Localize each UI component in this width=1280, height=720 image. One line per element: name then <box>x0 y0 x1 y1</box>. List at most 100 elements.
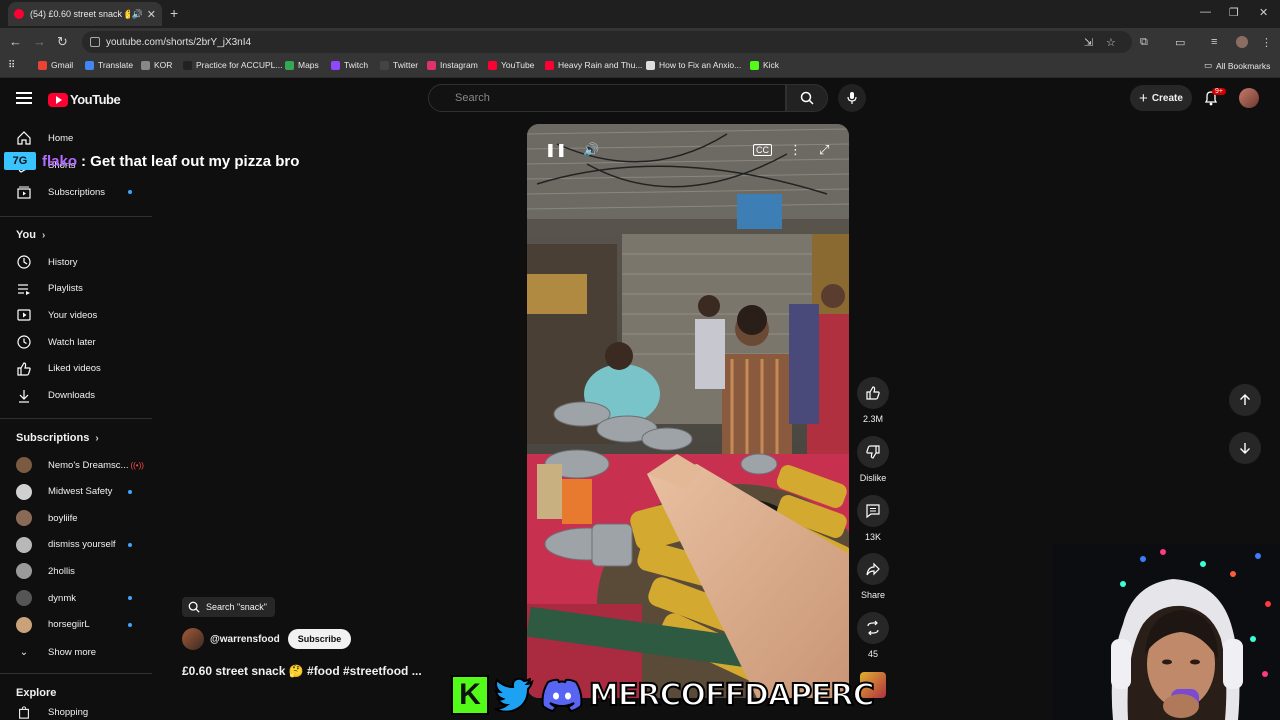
new-tab-icon[interactable]: + <box>170 5 178 21</box>
cast-icon[interactable]: ▭ <box>1175 36 1185 49</box>
menu-icon[interactable] <box>16 92 32 107</box>
captions-icon[interactable]: CC <box>753 144 772 156</box>
browser-toolbar: ← → ↻ youtube.com/shorts/2brY_jX3nI4 ⇲ ☆… <box>0 28 1280 56</box>
site-info-icon[interactable] <box>90 37 100 47</box>
remix-button[interactable]: 45 <box>857 612 889 659</box>
address-bar[interactable]: youtube.com/shorts/2brY_jX3nI4 <box>82 31 1132 53</box>
pause-icon[interactable]: ❚❚ <box>545 142 567 158</box>
channel-name[interactable]: @warrensfood <box>210 634 280 645</box>
show-more-button[interactable]: ⌄ Show more <box>16 639 96 665</box>
voice-search-button[interactable] <box>838 84 866 112</box>
subscription-item[interactable]: 2hollis <box>16 558 75 584</box>
youtube-favicon-icon <box>14 9 24 19</box>
sidebar-item-watch-later[interactable]: Watch later <box>16 329 96 355</box>
sidebar-item-playlists[interactable]: Playlists <box>16 276 83 302</box>
share-button[interactable]: Share <box>857 553 889 600</box>
short-video-player[interactable]: ❚❚ 🔊 CC ⋮ ⤢ <box>527 124 849 698</box>
minimize-icon[interactable]: — <box>1200 6 1211 18</box>
bookmark-star-icon[interactable]: ☆ <box>1106 36 1116 49</box>
watch-later-icon <box>16 334 32 350</box>
sidebar-item-downloads[interactable]: Downloads <box>16 383 95 409</box>
like-button[interactable]: 2.3M <box>857 377 889 424</box>
all-bookmarks-button[interactable]: ▭ All Bookmarks <box>1204 60 1270 71</box>
short-title[interactable]: £0.60 street snack 🤔 #food #streetfood .… <box>182 664 422 678</box>
chat-message: : Get that leaf out my pizza bro <box>81 152 300 170</box>
dislike-label: Dislike <box>859 473 887 483</box>
sidebar-you-header[interactable]: You › <box>16 229 45 241</box>
bookmark-11[interactable]: Kick <box>750 60 779 70</box>
url-text: youtube.com/shorts/2brY_jX3nI4 <box>106 36 252 48</box>
bookmark-5[interactable]: Twitch <box>331 60 368 70</box>
bookmark-label: YouTube <box>501 60 535 70</box>
subscription-item[interactable]: dismiss yourself <box>16 532 116 558</box>
browser-tab[interactable]: (54) £0.60 street snack 🤔 # 🔊 ✕ <box>8 2 162 26</box>
subscription-item[interactable]: horsegiirL <box>16 612 90 638</box>
more-options-icon[interactable]: ⋮ <box>789 142 802 158</box>
dislike-button[interactable]: Dislike <box>857 436 889 483</box>
profile-avatar[interactable] <box>1236 36 1248 48</box>
sidebar-item-subscriptions[interactable]: Subscriptions <box>16 179 105 205</box>
speaker-icon[interactable]: 🔊 <box>132 9 143 20</box>
bookmark-0[interactable]: Gmail <box>38 60 73 70</box>
channel-avatar[interactable] <box>182 628 204 650</box>
bookmark-8[interactable]: YouTube <box>488 60 534 70</box>
sidebar-item-shopping[interactable]: Shopping <box>16 704 88 720</box>
back-icon[interactable]: ← <box>9 34 22 49</box>
window-close-icon[interactable]: ✕ <box>1259 6 1268 19</box>
account-avatar[interactable] <box>1239 88 1259 108</box>
comment-count: 13K <box>864 532 881 542</box>
media-controls-icon[interactable]: ≡ <box>1211 36 1217 48</box>
shopping-bag-icon <box>16 704 32 720</box>
next-short-button[interactable] <box>1229 432 1261 464</box>
reload-icon[interactable]: ↻ <box>57 34 68 50</box>
volume-icon[interactable]: 🔊 <box>583 142 599 158</box>
search-input[interactable]: Search <box>428 84 786 112</box>
youtube-logo[interactable]: YouTube <box>48 92 121 107</box>
subscription-label: Nemo's Dreamsc... <box>48 459 129 471</box>
related-search-chip[interactable]: Search "snack" <box>182 597 275 617</box>
search-button[interactable] <box>786 84 828 112</box>
bookmark-7[interactable]: Instagram <box>427 60 478 70</box>
bookmark-1[interactable]: Translate <box>85 60 133 70</box>
tab-close-icon[interactable]: ✕ <box>147 8 156 21</box>
apps-grid-icon[interactable]: ⠿ <box>8 60 15 71</box>
youtube-logo-text: YouTube <box>70 92 121 107</box>
bookmark-label: How to Fix an Anxio... <box>659 60 742 70</box>
bookmark-10[interactable]: How to Fix an Anxio... <box>646 60 741 70</box>
install-app-icon[interactable]: ⇲ <box>1084 36 1093 49</box>
bookmark-9[interactable]: Heavy Rain and Thu... <box>545 60 642 70</box>
subscription-item[interactable]: dynmk <box>16 585 76 611</box>
subscribe-button[interactable]: Subscribe <box>287 629 352 649</box>
kick-logo-icon: K <box>451 675 489 715</box>
sidebar-item-your-videos[interactable]: Your videos <box>16 302 97 328</box>
bookmark-4[interactable]: Maps <box>285 60 319 70</box>
subscription-item[interactable]: Midwest Safety <box>16 479 112 505</box>
create-button[interactable]: + Create <box>1130 85 1192 111</box>
playlists-icon <box>16 281 32 297</box>
bookmark-3[interactable]: Practice for ACCUPL... <box>183 60 282 70</box>
bookmark-label: Instagram <box>440 60 478 70</box>
share-label: Share <box>860 590 886 600</box>
forward-icon[interactable]: → <box>33 34 46 49</box>
subscription-item[interactable]: Nemo's Dreamsc... ((•)) <box>16 452 144 478</box>
sidebar-item-liked-videos[interactable]: Liked videos <box>16 356 101 382</box>
history-icon <box>16 254 32 270</box>
downloads-icon <box>16 388 32 404</box>
bookmark-2[interactable]: KOR <box>141 60 172 70</box>
sidebar-item-home[interactable]: Home <box>16 125 73 151</box>
sidebar-item-history[interactable]: History <box>16 249 78 275</box>
sidebar-item-label: Home <box>48 132 74 144</box>
fullscreen-icon[interactable]: ⤢ <box>819 142 829 158</box>
extensions-icon[interactable]: ⧉ <box>1140 36 1148 49</box>
sidebar-subscriptions-header[interactable]: Subscriptions › <box>16 432 99 444</box>
browser-menu-icon[interactable]: ⋮ <box>1261 36 1272 49</box>
bookmark-6[interactable]: Twitter <box>380 60 418 70</box>
subscription-item[interactable]: boyliife <box>16 505 78 531</box>
maximize-icon[interactable]: ❐ <box>1229 6 1239 19</box>
comments-button[interactable]: 13K <box>857 495 889 542</box>
thumbs-up-icon <box>857 377 889 409</box>
channel-avatar <box>16 457 32 473</box>
bookmark-favicon-icon <box>85 60 94 70</box>
previous-short-button[interactable] <box>1229 384 1261 416</box>
bookmark-favicon-icon <box>285 60 294 70</box>
